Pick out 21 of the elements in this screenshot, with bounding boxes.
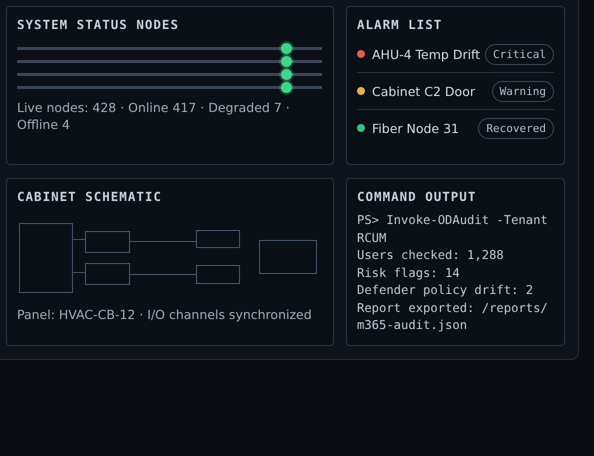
status-badge: Warning bbox=[492, 80, 554, 102]
card-title: CABINET SCHEMATIC bbox=[17, 189, 163, 204]
slider-thumb[interactable] bbox=[281, 43, 292, 54]
output-line: Report exported: /reports/m365-audit.json bbox=[357, 300, 549, 334]
slider-thumb[interactable] bbox=[281, 82, 292, 93]
output-line: Defender policy drift: 2 bbox=[357, 282, 534, 299]
alarm-name: AHU-4 Temp Drift bbox=[372, 46, 482, 62]
output-line: Users checked: 1,288 bbox=[357, 247, 505, 264]
output-line: PS> Invoke-ODAudit -Tenant RCUM bbox=[357, 212, 549, 246]
output-line: Risk flags: 14 bbox=[357, 264, 461, 282]
status-badge: Recovered bbox=[478, 118, 554, 138]
card-title: SYSTEM STATUS NODES bbox=[17, 17, 180, 32]
nodes-summary: Live nodes: 428 · Online 417 · Degraded 7 · Offline 4 bbox=[17, 99, 291, 133]
slider-thumb[interactable] bbox=[281, 69, 292, 80]
alarm-name: Cabinet C2 Door bbox=[372, 84, 476, 98]
slider-thumb[interactable] bbox=[281, 56, 292, 67]
schematic-caption: Panel: HVAC-CB-12 · I/O channels synchronized bbox=[17, 306, 313, 323]
alarm-name: Fiber Node 31 bbox=[372, 120, 460, 136]
status-badge: Critical bbox=[485, 44, 554, 64]
card-title: COMMAND OUTPUT bbox=[357, 189, 478, 204]
card-title: ALARM LIST bbox=[357, 17, 444, 32]
